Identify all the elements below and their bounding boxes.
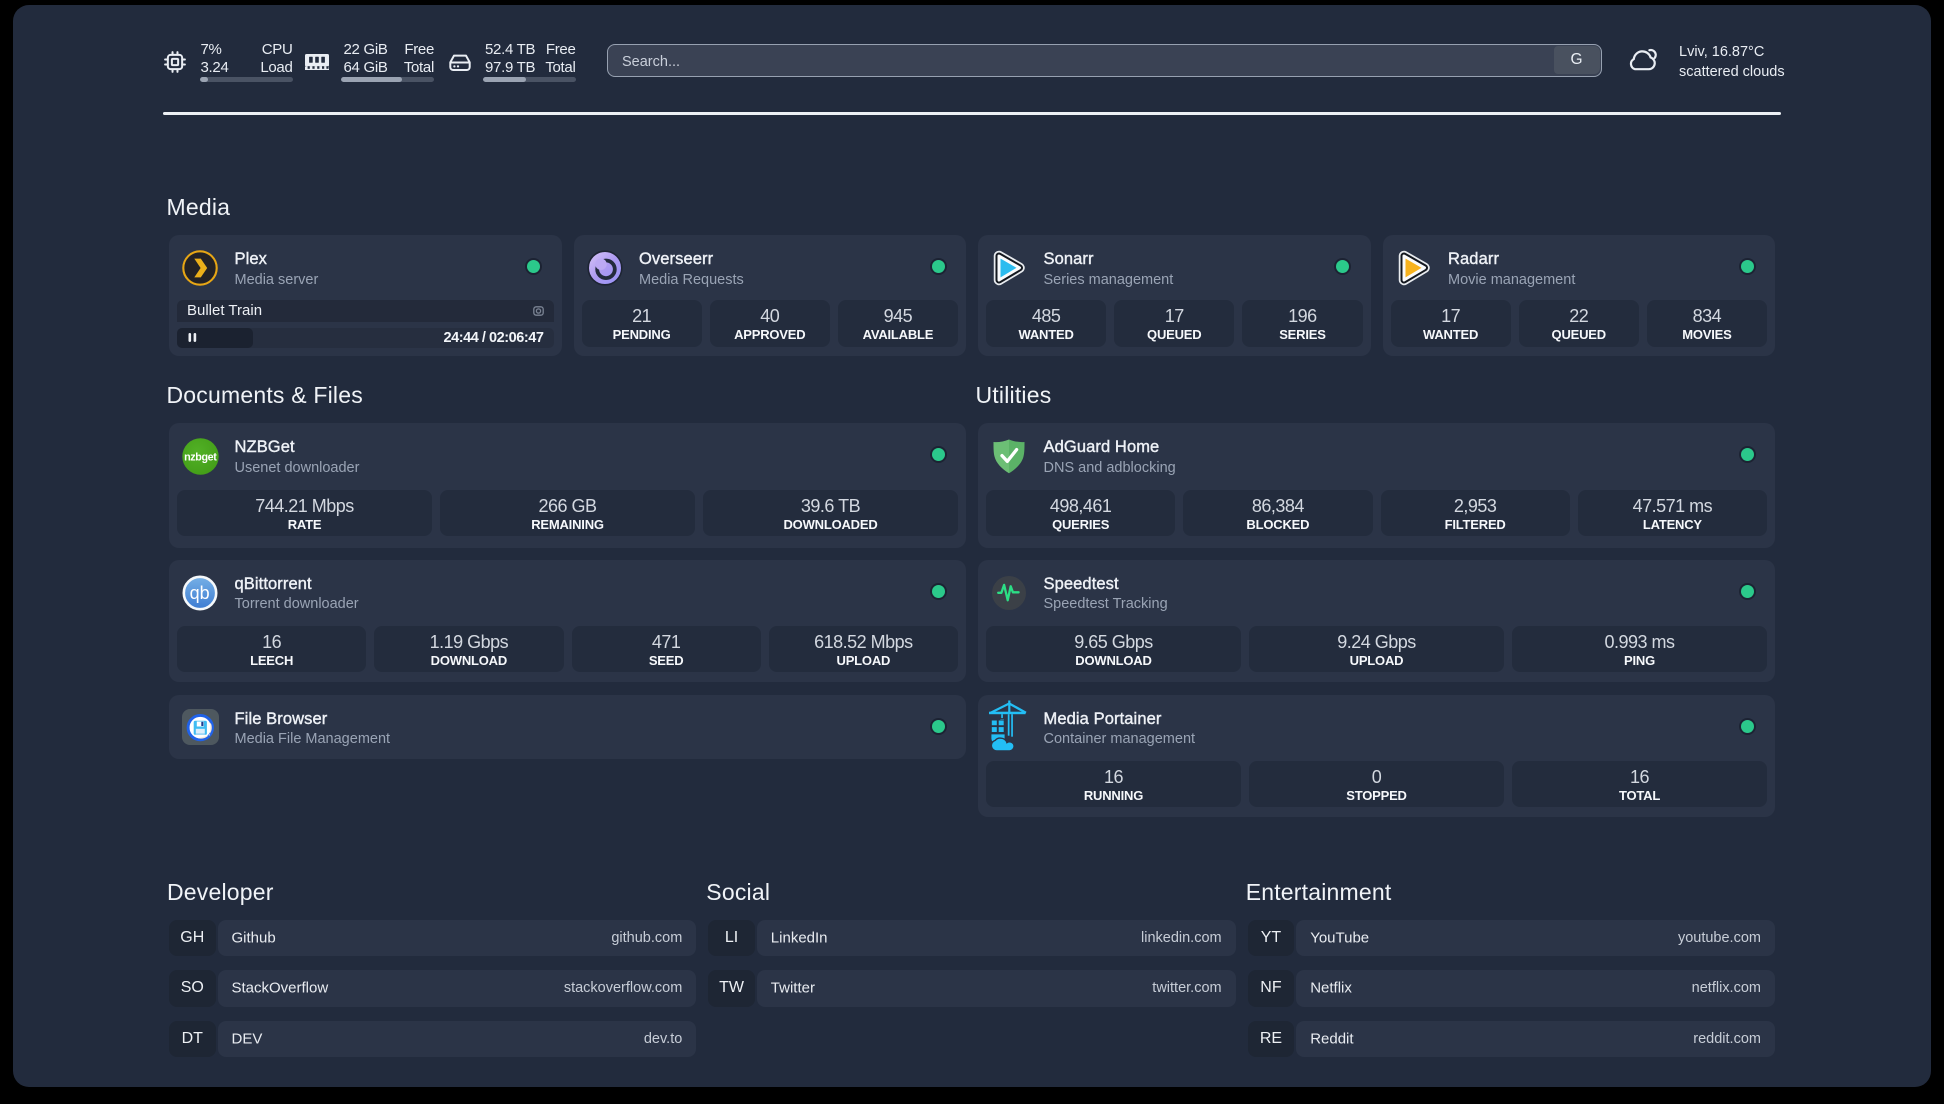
svg-text:nzbget: nzbget [184,451,217,463]
svg-text:qb: qb [190,583,210,603]
